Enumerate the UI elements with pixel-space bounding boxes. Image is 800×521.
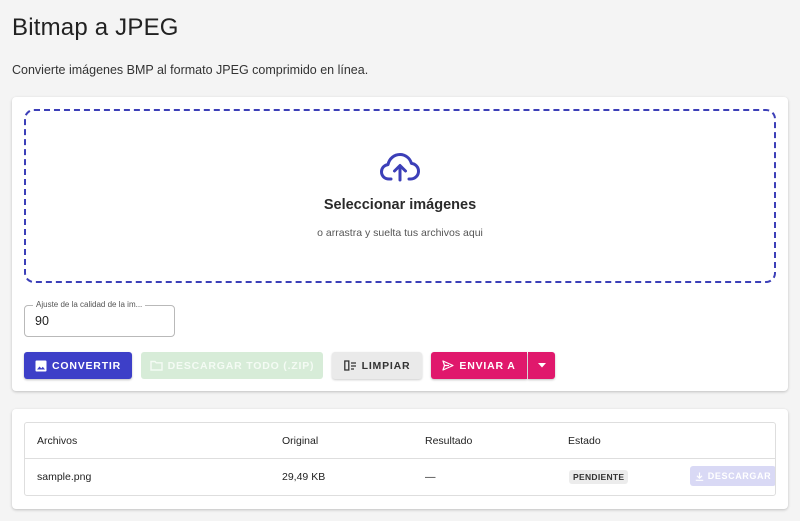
- quality-label: Ajuste de la calidad de la im...: [33, 300, 146, 309]
- download-all-button[interactable]: Descargar todo (.zip): [141, 352, 323, 379]
- file-result: —: [425, 471, 436, 483]
- convert-label: Convertir: [51, 359, 122, 372]
- send-to-menu-button[interactable]: [528, 352, 555, 379]
- download-all-label: Descargar todo (.zip): [167, 359, 315, 372]
- column-header-files: Archivos: [37, 435, 78, 447]
- column-header-original: Original: [282, 435, 319, 447]
- page-title: Bitmap a JPEG: [12, 14, 179, 41]
- clear-list-icon: [343, 360, 356, 371]
- dropzone-subtitle: o arrastra y suelta tus archivos aqui: [317, 227, 483, 239]
- quality-field[interactable]: Ajuste de la calidad de la im...: [24, 300, 175, 337]
- table-header: Archivos Original Resultado Estado: [25, 423, 775, 459]
- caret-down-icon: [537, 363, 546, 368]
- file-original-size: 29,49 KB: [282, 471, 326, 483]
- clear-button[interactable]: Limpiar: [332, 352, 422, 379]
- file-dropzone[interactable]: Seleccionar imágenes o arrastra y suelta…: [24, 109, 776, 283]
- files-card: Archivos Original Resultado Estado sampl…: [12, 409, 788, 509]
- download-icon: [695, 472, 703, 481]
- send-to-button[interactable]: Enviar a: [431, 352, 527, 379]
- column-header-result: Resultado: [425, 435, 473, 447]
- convert-button[interactable]: Convertir: [24, 352, 132, 379]
- column-header-status: Estado: [568, 435, 601, 447]
- files-table: Archivos Original Resultado Estado sampl…: [24, 422, 776, 496]
- file-name: sample.png: [37, 471, 92, 483]
- status-badge: PENDIENTE: [569, 470, 629, 484]
- dropzone-title: Seleccionar imágenes: [323, 197, 477, 213]
- download-file-label: DESCARGAR: [707, 471, 772, 481]
- cloud-upload-icon: [380, 153, 420, 182]
- clear-label: Limpiar: [361, 359, 411, 372]
- image-icon: [35, 360, 47, 371]
- download-file-button[interactable]: DESCARGAR: [690, 466, 775, 486]
- send-to-label: Enviar a: [459, 359, 516, 372]
- folder-zip-icon: [149, 360, 163, 371]
- quality-input[interactable]: [35, 314, 165, 328]
- table-row: sample.png 29,49 KB — PENDIENTE DESCARGA…: [25, 459, 775, 495]
- send-icon: [442, 360, 455, 371]
- page-subtitle: Convierte imágenes BMP al formato JPEG c…: [12, 63, 369, 77]
- upload-card: Seleccionar imágenes o arrastra y suelta…: [12, 97, 788, 391]
